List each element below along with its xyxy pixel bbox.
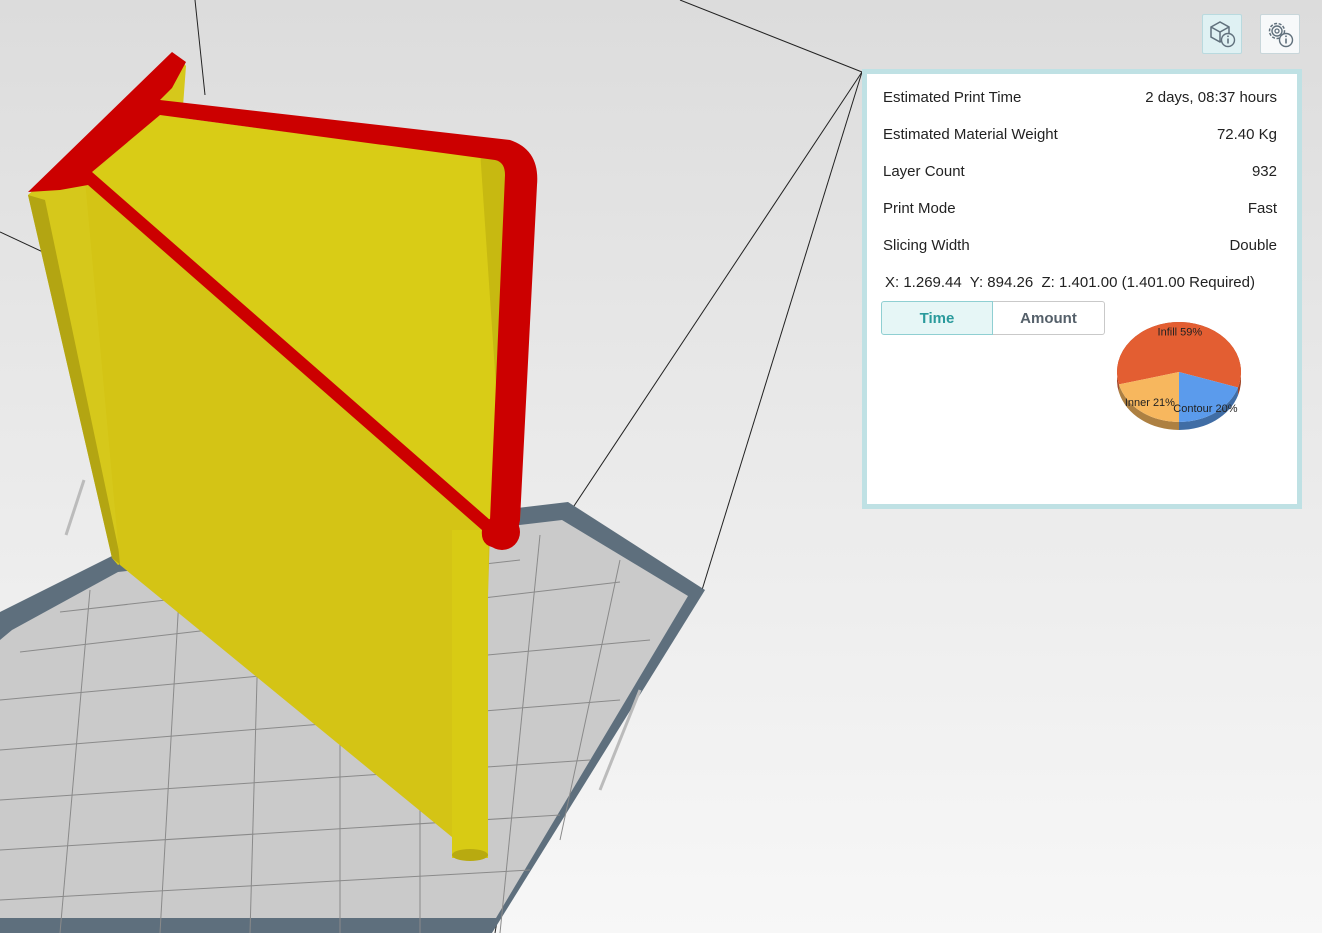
print-info-panel: Estimated Print Time 2 days, 08:37 hours… [862,69,1302,509]
pie-slice-label: Contour 20% [1173,403,1237,415]
info-label: Estimated Print Time [883,88,1022,106]
tab-amount[interactable]: Amount [993,301,1105,335]
info-label: Print Mode [883,199,956,217]
info-row-print-mode: Print Mode Fast [883,196,1277,220]
info-value: Fast [1247,199,1277,217]
info-row-print-time: Estimated Print Time 2 days, 08:37 hours [883,85,1277,109]
time-breakdown-pie-chart: Infill 59% Contour 20%Inner 21% [1117,322,1241,430]
chart-mode-tabs: Time Amount [881,301,1105,335]
info-label: Layer Count [883,162,965,180]
gear-info-icon [1268,22,1294,48]
pie-slice-label: Inner 21% [1125,397,1175,409]
tab-time[interactable]: Time [881,301,993,335]
settings-info-button[interactable] [1260,14,1300,54]
cube-info-icon [1210,21,1236,48]
info-row-slicing-width: Slicing Width Double [883,233,1277,257]
info-row-layer-count: Layer Count 932 [883,159,1277,183]
info-value: 2 days, 08:37 hours [1145,88,1277,106]
info-label: Estimated Material Weight [883,125,1058,143]
info-row-material-weight: Estimated Material Weight 72.40 Kg [883,122,1277,146]
info-value: 72.40 Kg [1216,125,1277,143]
3d-viewport[interactable]: Estimated Print Time 2 days, 08:37 hours… [0,0,1322,933]
model-info-button[interactable] [1202,14,1242,54]
info-value: Double [1229,236,1277,254]
info-label: Slicing Width [883,236,970,254]
info-value: 932 [1251,162,1277,180]
dimensions-readout: X: 1.269.44 Y: 894.26 Z: 1.401.00 (1.401… [885,274,1255,291]
pie-slice-label: Infill 59% [1158,327,1203,339]
